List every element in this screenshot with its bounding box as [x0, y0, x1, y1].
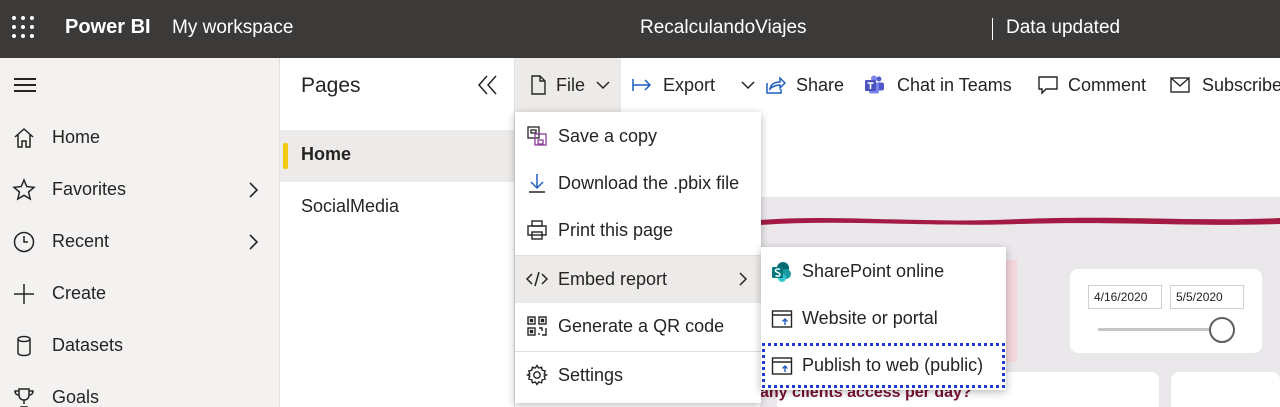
export-arrow-icon	[632, 79, 652, 91]
chat-in-teams-button[interactable]: Chat in Teams	[863, 58, 1019, 112]
submenu-item-label: Publish to web (public)	[802, 355, 984, 375]
nav-item-label: Datasets	[52, 335, 124, 355]
workspace-link[interactable]: My workspace	[172, 17, 293, 39]
file-icon	[531, 75, 546, 95]
app-launcher-icon[interactable]	[12, 16, 34, 38]
mail-icon	[1170, 77, 1190, 93]
pages-panel: Pages Home SocialMedia	[280, 58, 515, 407]
menu-item-label: Save a copy	[558, 126, 658, 146]
chevron-down-icon	[596, 81, 610, 90]
plus-icon	[14, 284, 34, 304]
publish-web-icon	[771, 357, 793, 375]
start-date-input[interactable]: 4/16/2020	[1088, 285, 1162, 309]
menu-item-label: Generate a QR code	[558, 316, 725, 336]
menu-item-save-a-copy[interactable]: Save a copy	[515, 113, 761, 160]
star-icon	[12, 178, 36, 201]
website-icon	[771, 310, 793, 328]
export-menu-button[interactable]: Export	[627, 58, 755, 112]
save-copy-icon	[527, 126, 547, 146]
menu-item-print-page[interactable]: Print this page	[515, 207, 761, 254]
download-icon	[529, 174, 545, 193]
page-tab-label: Home	[301, 144, 352, 164]
export-label: Export	[663, 75, 716, 95]
print-icon	[527, 220, 547, 240]
chevron-down-icon	[741, 81, 755, 90]
chevron-right-icon[interactable]	[246, 232, 260, 252]
database-icon	[17, 335, 31, 357]
decorative-brush-stroke	[760, 217, 1280, 225]
menu-item-settings[interactable]: Settings	[515, 352, 761, 399]
share-label: Share	[796, 75, 845, 95]
teams-icon	[865, 75, 884, 94]
nav-item-label: Create	[52, 283, 107, 303]
subscribe-label: Subscribe	[1202, 75, 1280, 95]
top-header: Power BI My workspace RecalculandoViajes…	[0, 0, 1280, 58]
nav-item-label: Favorites	[52, 179, 127, 199]
clock-icon	[13, 231, 35, 253]
collapse-pane-icon[interactable]	[476, 74, 500, 96]
report-visual-card	[1005, 260, 1017, 362]
menu-item-label: Embed report	[558, 269, 668, 289]
file-menu-label: File	[556, 75, 586, 95]
nav-item-recent[interactable]: Recent	[0, 222, 280, 262]
header-divider	[992, 18, 993, 40]
submenu-item-website-or-portal[interactable]: Website or portal	[761, 295, 1006, 342]
chat-in-teams-label: Chat in Teams	[897, 75, 1012, 95]
end-date-input[interactable]: 5/5/2020	[1170, 285, 1244, 309]
date-slicer[interactable]: 4/16/2020 5/5/2020	[1070, 269, 1262, 353]
page-tab-label: SocialMedia	[301, 196, 400, 216]
menu-item-download-pbix[interactable]: Download the .pbix file	[515, 160, 761, 207]
app-name[interactable]: Power BI	[65, 16, 151, 39]
page-tab-socialmedia[interactable]: SocialMedia	[280, 182, 514, 234]
menu-item-label: Settings	[558, 365, 624, 385]
menu-item-label: Print this page	[558, 220, 674, 240]
qr-code-icon	[527, 316, 547, 336]
file-menu-button[interactable]: File	[515, 58, 621, 112]
report-name: RecalculandoViajes	[640, 17, 807, 38]
nav-item-goals[interactable]: Goals	[0, 378, 280, 407]
pages-panel-title: Pages	[301, 74, 361, 97]
nav-item-datasets[interactable]: Datasets	[0, 326, 280, 366]
comment-button[interactable]: Comment	[1035, 58, 1153, 112]
share-icon	[766, 76, 786, 94]
code-icon	[526, 271, 548, 287]
gear-icon	[526, 364, 548, 386]
share-button[interactable]: Share	[763, 58, 849, 112]
home-icon	[14, 127, 34, 148]
embed-report-submenu: SharePoint online Website or portal Publ…	[761, 247, 1006, 390]
submenu-item-label: SharePoint online	[802, 261, 945, 281]
submenu-item-label: Website or portal	[802, 308, 938, 328]
chevron-right-icon[interactable]	[246, 180, 260, 200]
nav-item-create[interactable]: Create	[0, 274, 280, 314]
page-tab-home[interactable]: Home	[280, 130, 514, 182]
date-slider-handle[interactable]	[1209, 317, 1235, 343]
nav-item-favorites[interactable]: Favorites	[0, 170, 280, 210]
submenu-item-publish-to-web[interactable]: Publish to web (public)	[761, 342, 1006, 389]
hamburger-menu-icon[interactable]	[14, 78, 36, 92]
subscribe-button[interactable]: Subscribe	[1167, 58, 1280, 112]
report-toolbar: File Export Share Chat in Teams Comment …	[515, 58, 1280, 112]
nav-item-label: Goals	[52, 387, 100, 407]
left-navigation: Home Favorites Recent Create Datasets Go…	[0, 58, 280, 407]
nav-item-label: Home	[52, 127, 101, 147]
chevron-right-icon	[739, 272, 748, 286]
submenu-item-sharepoint-online[interactable]: SharePoint online	[761, 248, 1006, 295]
trophy-icon	[14, 388, 34, 407]
menu-item-embed-report[interactable]: Embed report	[515, 256, 761, 303]
sharepoint-icon	[772, 262, 791, 282]
file-dropdown-menu: Save a copy Download the .pbix file Prin…	[515, 112, 761, 403]
data-updated-status[interactable]: Data updated	[1006, 17, 1120, 39]
active-page-indicator	[283, 143, 288, 169]
menu-item-label: Download the .pbix file	[558, 173, 740, 193]
comment-label: Comment	[1068, 75, 1147, 95]
comment-icon	[1038, 76, 1058, 95]
nav-item-home[interactable]: Home	[0, 118, 280, 158]
menu-item-generate-qr-code[interactable]: Generate a QR code	[515, 303, 761, 350]
nav-item-label: Recent	[52, 231, 110, 251]
report-visual-card	[1171, 372, 1280, 407]
